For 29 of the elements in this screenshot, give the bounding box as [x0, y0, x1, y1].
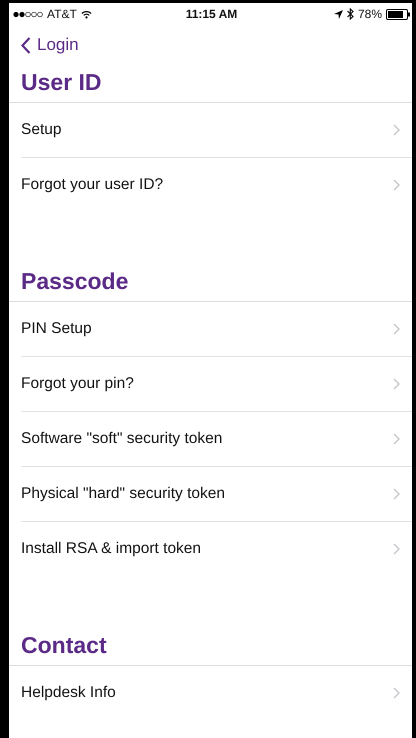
list-item[interactable]: Setup [21, 103, 412, 158]
carrier-name: AT&T [47, 7, 77, 21]
section-heading: Contact [9, 628, 412, 666]
back-button[interactable]: Login [21, 35, 79, 55]
list-item[interactable]: Forgot your pin? [21, 357, 412, 412]
section-heading: User ID [9, 65, 412, 103]
chevron-right-icon [393, 378, 400, 390]
status-time: 11:15 AM [186, 7, 238, 21]
list-item[interactable]: Forgot your user ID? [21, 158, 412, 212]
location-arrow-icon [334, 10, 343, 18]
chevron-right-icon [393, 433, 400, 445]
wifi-icon [80, 10, 92, 18]
list-item[interactable]: Helpdesk Info [21, 666, 412, 720]
list-item[interactable]: Software "soft" security token [21, 412, 412, 467]
bluetooth-icon [346, 8, 354, 20]
battery-percent: 78% [358, 7, 382, 21]
chevron-right-icon [393, 323, 400, 335]
list-item[interactable]: Physical "hard" security token [21, 467, 412, 522]
signal-icon [13, 10, 43, 18]
section-heading: Passcode [9, 264, 412, 302]
list-item[interactable]: PIN Setup [21, 302, 412, 357]
chevron-right-icon [393, 687, 400, 699]
chevron-left-icon [21, 36, 31, 54]
chevron-right-icon [393, 543, 400, 555]
chevron-right-icon [393, 124, 400, 136]
list-item[interactable]: Install RSA & import token [21, 522, 412, 576]
chevron-right-icon [393, 488, 400, 500]
battery-icon [386, 8, 410, 20]
chevron-right-icon [393, 179, 400, 191]
